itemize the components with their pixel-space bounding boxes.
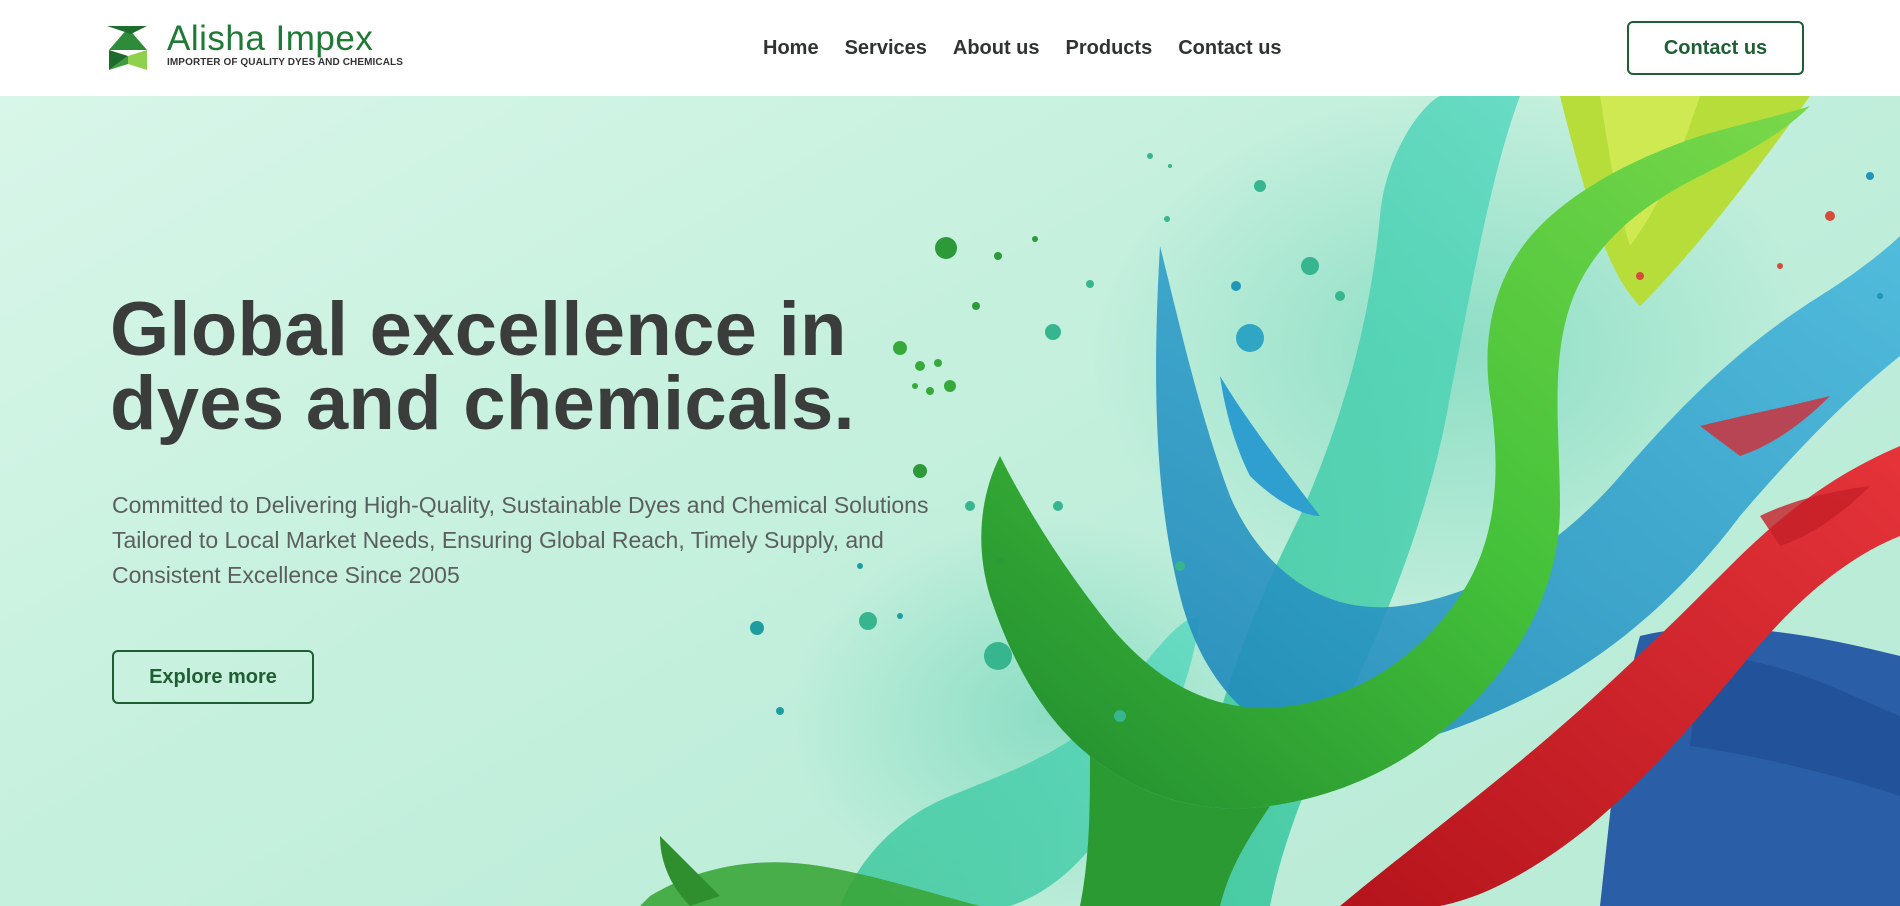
nav-services[interactable]: Services bbox=[845, 36, 927, 60]
hero-subtitle: Committed to Delivering High-Quality, Su… bbox=[112, 492, 929, 588]
nav-contact-us[interactable]: Contact us bbox=[1178, 36, 1281, 60]
site-header: Alisha Impex IMPORTER OF QUALITY DYES AN… bbox=[0, 0, 1900, 96]
hero-title-line-2: dyes and chemicals. bbox=[110, 361, 855, 446]
contact-us-button[interactable]: Contact us bbox=[1627, 21, 1804, 75]
nav-products[interactable]: Products bbox=[1066, 36, 1153, 60]
main-nav: Home Services About us Products Contact … bbox=[763, 36, 1282, 60]
hero-title: Global excellence in dyes and chemicals. bbox=[110, 292, 930, 442]
hero-section: Global excellence in dyes and chemicals.… bbox=[0, 96, 1900, 906]
nav-about-us[interactable]: About us bbox=[953, 36, 1040, 60]
brand-tagline: IMPORTER OF QUALITY DYES AND CHEMICALS bbox=[167, 57, 404, 68]
brand-name: Alisha Impex bbox=[167, 19, 374, 58]
explore-more-button[interactable]: Explore more bbox=[112, 650, 314, 704]
hero-title-line-1: Global excellence in bbox=[110, 287, 847, 372]
nav-home[interactable]: Home bbox=[763, 36, 819, 60]
logo[interactable]: Alisha Impex IMPORTER OF QUALITY DYES AN… bbox=[105, 19, 435, 72]
logo-leaf-arrow-icon bbox=[107, 26, 147, 70]
